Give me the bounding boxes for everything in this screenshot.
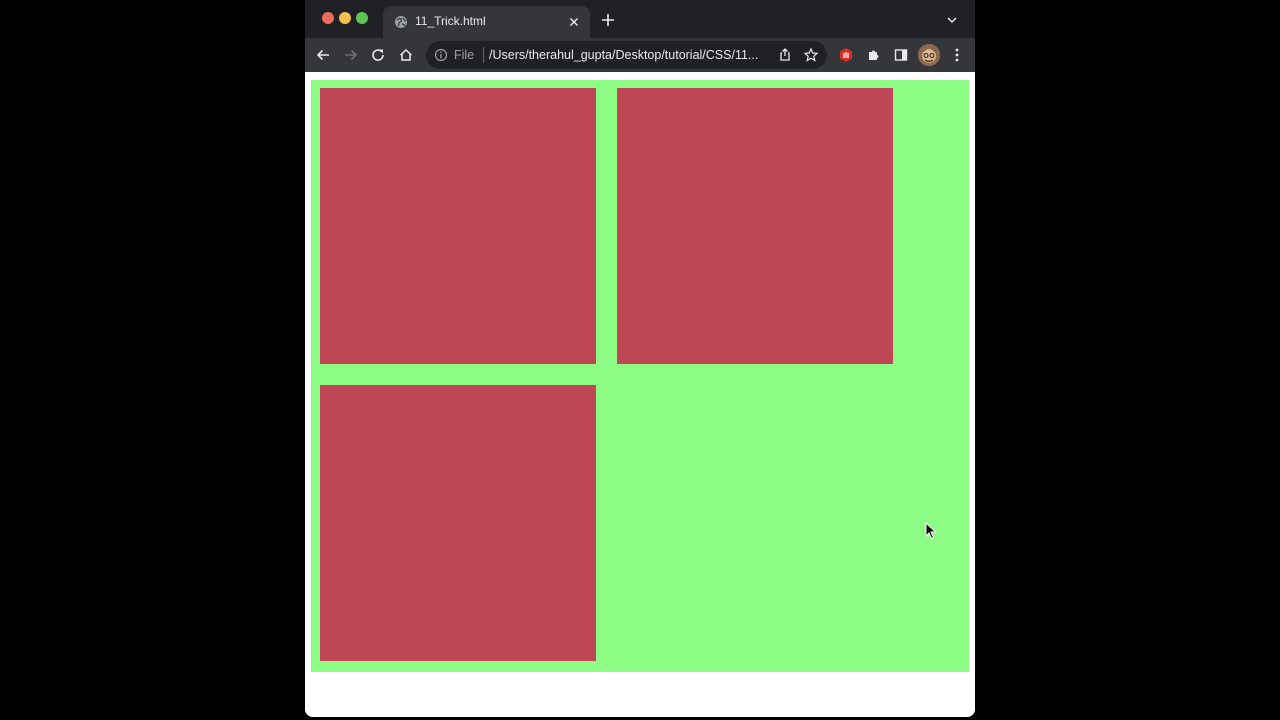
close-window-button[interactable] bbox=[322, 12, 334, 24]
share-icon[interactable] bbox=[777, 47, 793, 63]
mouse-cursor-icon bbox=[925, 522, 937, 540]
forward-button[interactable] bbox=[341, 45, 361, 65]
kebab-menu-icon bbox=[955, 48, 959, 62]
reload-icon bbox=[372, 49, 384, 61]
puzzle-extensions-icon bbox=[869, 50, 879, 60]
globe-icon bbox=[395, 16, 407, 28]
arrow-right-icon bbox=[345, 49, 358, 61]
home-icon bbox=[399, 48, 413, 61]
box-1 bbox=[320, 88, 596, 364]
tab-active[interactable]: 11_Trick.html bbox=[383, 6, 590, 38]
avatar[interactable] bbox=[918, 44, 940, 66]
tab-title: 11_Trick.html bbox=[415, 14, 486, 28]
page-viewport bbox=[305, 72, 975, 717]
home-button[interactable] bbox=[396, 45, 416, 65]
profile-avatar-icon bbox=[918, 44, 940, 66]
extension-button[interactable] bbox=[836, 45, 856, 65]
arrow-left-icon bbox=[316, 49, 329, 61]
plus-icon[interactable] bbox=[600, 12, 616, 28]
address-bar[interactable]: File /Users/therahul_gupta/Desktop/tutor… bbox=[426, 41, 827, 69]
extensions-button[interactable] bbox=[864, 45, 884, 65]
back-button[interactable] bbox=[313, 45, 333, 65]
url-scheme: File bbox=[454, 48, 475, 62]
info-icon[interactable] bbox=[434, 48, 448, 62]
box-3 bbox=[320, 385, 596, 661]
minimize-window-button[interactable] bbox=[339, 12, 351, 24]
url-text[interactable]: /Users/therahul_gupta/Desktop/tutorial/C… bbox=[489, 48, 769, 62]
side-panel-button[interactable] bbox=[891, 45, 911, 65]
chevron-down-icon[interactable] bbox=[946, 14, 958, 26]
maximize-window-button[interactable] bbox=[356, 12, 368, 24]
toolbar: File /Users/therahul_gupta/Desktop/tutor… bbox=[305, 38, 975, 72]
reload-button[interactable] bbox=[368, 45, 388, 65]
side-panel-icon bbox=[894, 49, 908, 61]
star-icon[interactable] bbox=[803, 47, 819, 63]
menu-button[interactable] bbox=[947, 45, 967, 65]
tab-strip: 11_Trick.html bbox=[305, 0, 975, 38]
url-divider bbox=[483, 47, 484, 63]
flex-container bbox=[311, 80, 969, 672]
browser-window: 11_Trick.html File /Users/therahul_gupta… bbox=[305, 0, 975, 717]
box-2 bbox=[617, 88, 893, 364]
hand-stop-extension-icon bbox=[840, 48, 852, 62]
close-icon[interactable] bbox=[566, 14, 582, 30]
